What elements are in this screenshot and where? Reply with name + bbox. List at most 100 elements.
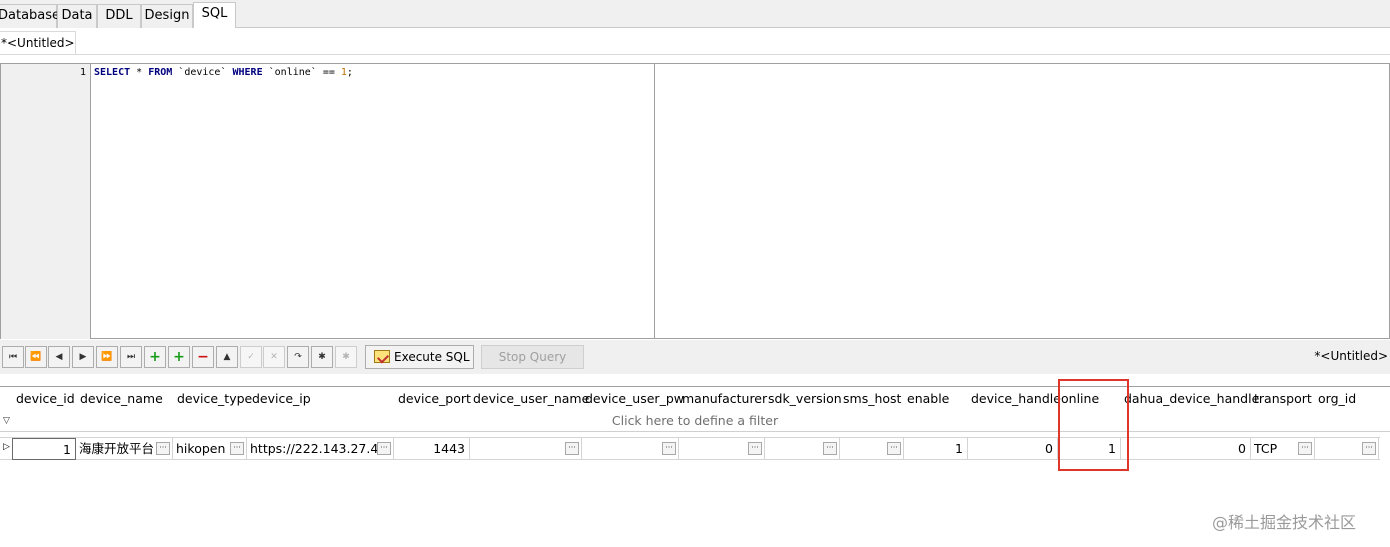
table-row[interactable]: ▷ 1 海康开放平台 ··· hikopen ··· https://222.1… [0,437,1380,460]
row-indicator-icon: ▷ [3,442,10,452]
column-header-sms-host[interactable]: sms_host [843,391,901,406]
sql-code-line[interactable]: SELECT * FROM `device` WHERE `online` ==… [94,67,353,78]
tab-database[interactable]: Database [0,4,60,28]
result-grid[interactable]: device_id device_name device_type device… [0,386,1390,547]
cancel-edit-icon: ✕ [270,352,278,362]
ellipsis-button[interactable]: ··· [377,442,391,455]
document-tabs-bar: *<Untitled> [0,28,1390,58]
cell-device-name[interactable]: 海康开放平台 ··· [76,438,173,460]
last-record-button[interactable]: ⏭ [120,346,142,368]
ellipsis-button[interactable]: ··· [1298,442,1312,455]
filter-placeholder[interactable]: Click here to define a filter [0,413,1390,428]
tab-data[interactable]: Data [57,4,97,28]
cell-value: 1443 [433,441,465,456]
insert-record-icon: + [149,349,161,365]
clear-button[interactable]: ✱ [335,346,357,368]
execute-sql-icon [374,350,390,363]
tab-sql[interactable]: SQL [193,2,236,29]
cell-device-user-pw[interactable]: ··· [582,438,679,460]
ellipsis-button[interactable]: ··· [156,442,170,455]
cell-device-type[interactable]: hikopen ··· [173,438,247,460]
column-header-device-user-pw[interactable]: device_user_pw [585,391,684,406]
tab-design[interactable]: Design [141,4,193,28]
next-page-button[interactable]: ⏩ [96,346,118,368]
cell-device-port[interactable]: 1443 [394,438,470,460]
cell-device-ip[interactable]: https://222.143.27.42 ··· [247,438,394,460]
cell-transport[interactable]: TCP ··· [1251,438,1315,460]
cell-device-handle[interactable]: 0 [968,438,1058,460]
cell-value: 海康开放平台 [79,441,155,456]
ellipsis-button[interactable]: ··· [1362,442,1376,455]
column-header-device-type[interactable]: device_type [177,391,252,406]
cell-dahua-device-handle[interactable]: 0 [1121,438,1251,460]
data-navigator-toolbar: ⏮ ⏪ ◀ ▶ ⏩ ⏭ + + − ▲ ✓ ✕ ↷ ✱ ✱ Execute SQL Stop Query *… [0,340,1390,374]
grid-header: device_id device_name device_type device… [0,387,1390,410]
cell-sms-host[interactable]: ··· [840,438,904,460]
post-edit-icon: ✓ [247,352,255,362]
first-record-icon: ⏮ [8,352,18,362]
first-record-button[interactable]: ⏮ [2,346,24,368]
cell-value: 1 [63,442,71,457]
prior-record-icon: ◀ [55,352,63,362]
watermark: @稀土掘金技术社区 [1212,513,1357,532]
delete-record-icon: − [197,349,209,365]
cell-device-user-name[interactable]: ··· [470,438,582,460]
column-header-device-user-name[interactable]: device_user_name [473,391,589,406]
column-header-device-ip[interactable]: device_ip [252,391,311,406]
refresh-data-button[interactable]: ↷ [287,346,309,368]
ellipsis-button[interactable]: ··· [565,442,579,455]
column-header-device-port[interactable]: device_port [398,391,471,406]
column-header-device-name[interactable]: device_name [80,391,163,406]
last-record-icon: ⏭ [126,352,136,362]
refresh-data-icon: ↷ [294,352,302,362]
stop-query-button[interactable]: Stop Query [481,345,584,369]
append-record-button[interactable]: + [168,346,190,368]
column-header-device-id[interactable]: device_id [16,391,75,406]
column-header-dahua-device-handle[interactable]: dahua_device_handle [1124,391,1259,406]
tabs-divider [76,54,1390,55]
editor-splitter[interactable] [654,64,655,339]
filter-row[interactable]: ▽ Click here to define a filter [0,410,1390,432]
column-header-enable[interactable]: enable [907,391,949,406]
ellipsis-button[interactable]: ··· [662,442,676,455]
object-tabs-bar: Database Data DDL Design SQL [0,0,1390,29]
column-header-org-id[interactable]: org_id [1318,391,1356,406]
ellipsis-button[interactable]: ··· [230,442,244,455]
cell-value: 0 [1238,441,1246,456]
cell-value: TCP [1254,441,1278,456]
edit-record-button[interactable]: ▲ [216,346,238,368]
cell-sdk-version[interactable]: ··· [765,438,840,460]
execute-sql-button[interactable]: Execute SQL [365,345,474,369]
next-record-button[interactable]: ▶ [72,346,94,368]
append-record-icon: + [173,349,185,365]
delete-record-button[interactable]: − [192,346,214,368]
edit-record-icon: ▲ [223,352,231,362]
sql-token-star: * [130,67,149,78]
column-header-manufacturer[interactable]: manufacturer [682,391,767,406]
sql-editor[interactable]: 1 SELECT * FROM `device` WHERE `online` … [0,63,1390,339]
column-header-transport[interactable]: transport [1254,391,1312,406]
set-null-icon: ✱ [318,352,326,362]
cancel-edit-button[interactable]: ✕ [263,346,285,368]
column-header-device-handle[interactable]: device_handle [971,391,1061,406]
cell-enable[interactable]: 1 [904,438,968,460]
insert-record-button[interactable]: + [144,346,166,368]
cell-manufacturer[interactable]: ··· [679,438,765,460]
set-null-button[interactable]: ✱ [311,346,333,368]
ellipsis-button[interactable]: ··· [887,442,901,455]
tab-untitled-query[interactable]: *<Untitled> [0,31,76,55]
ellipsis-button[interactable]: ··· [748,442,762,455]
ellipsis-button[interactable]: ··· [823,442,837,455]
clear-icon: ✱ [342,352,350,362]
sql-keyword-where: WHERE [232,67,263,78]
tab-ddl[interactable]: DDL [97,4,141,28]
prior-record-button[interactable]: ◀ [48,346,70,368]
sql-keyword-from: FROM [148,67,173,78]
post-edit-button[interactable]: ✓ [240,346,262,368]
cell-org-id[interactable]: ··· [1315,438,1379,460]
cell-device-id[interactable]: 1 [12,438,76,460]
sql-token-condition: `online` == [262,67,341,78]
column-header-sdk-version[interactable]: sdk_version [768,391,842,406]
cell-value: 1 [955,441,963,456]
prior-page-button[interactable]: ⏪ [25,346,47,368]
